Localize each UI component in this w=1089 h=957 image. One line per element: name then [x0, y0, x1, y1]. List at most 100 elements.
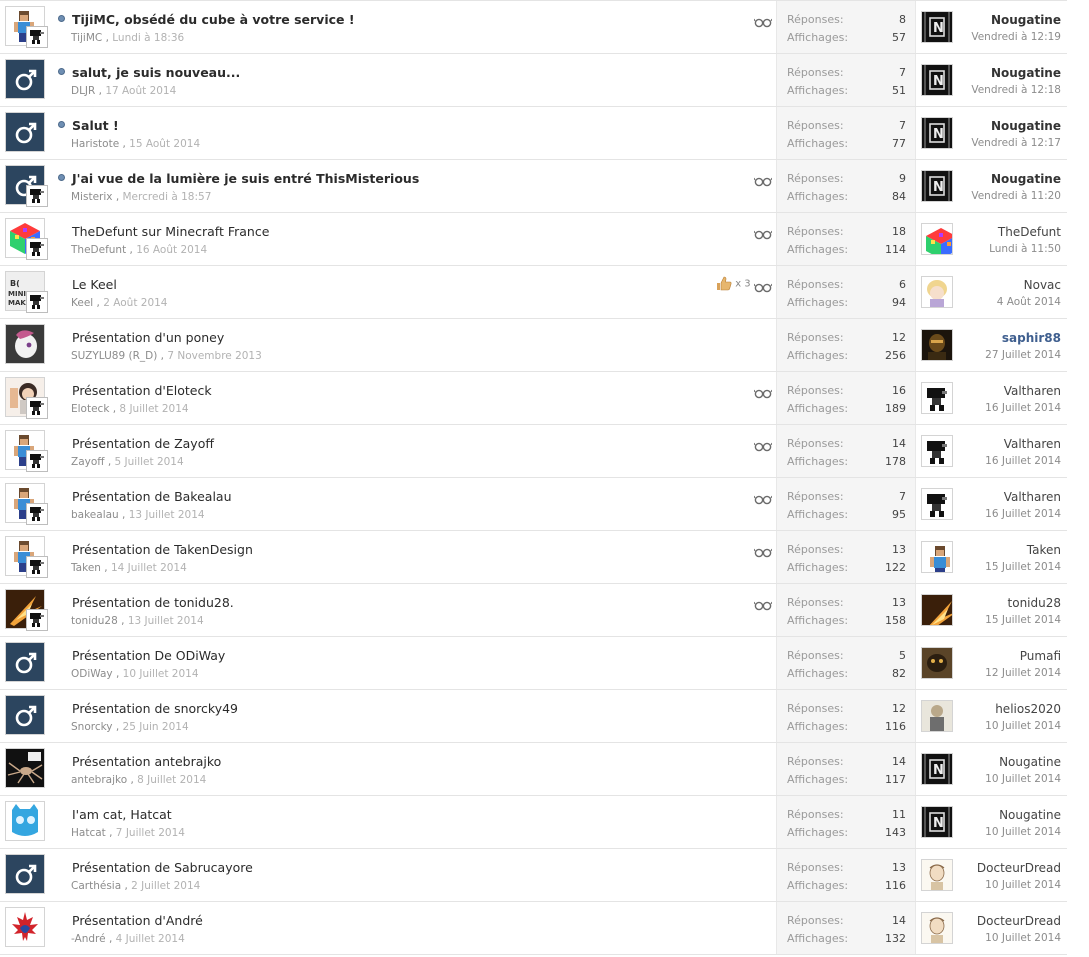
last-post-date-link[interactable]: Vendredi à 12:17: [971, 137, 1061, 149]
last-post-date-link[interactable]: 10 Juillet 2014: [985, 720, 1061, 732]
thread-start-date[interactable]: 2 Juillet 2014: [131, 880, 200, 892]
thread-start-date[interactable]: 5 Juillet 2014: [115, 456, 184, 468]
last-poster-mini-avatar[interactable]: [26, 609, 48, 631]
last-poster-avatar[interactable]: [921, 329, 953, 361]
thread-row[interactable]: Présentation de Zayoff Zayoff , 5 Juillet…: [0, 425, 1067, 478]
last-poster-link[interactable]: DocteurDread: [977, 914, 1061, 928]
thread-title-link[interactable]: Le Keel: [72, 277, 117, 292]
last-post-date-link[interactable]: 12 Juillet 2014: [985, 667, 1061, 679]
likes-indicator[interactable]: x 3: [716, 276, 751, 291]
last-poster-avatar[interactable]: [921, 541, 953, 573]
thread-row[interactable]: Présentation de Bakealau bakealau , 13 Ju…: [0, 478, 1067, 531]
thread-row[interactable]: B(MINI MAK Le Keel Keel , 2 Août 2014 x 3 Ré…: [0, 266, 1067, 319]
thread-author-link[interactable]: Taken: [71, 562, 101, 574]
last-poster-link[interactable]: Nougatine: [999, 808, 1061, 822]
last-post-date-link[interactable]: Vendredi à 12:19: [971, 31, 1061, 43]
thread-start-date[interactable]: 2 Août 2014: [103, 297, 167, 309]
last-poster-link[interactable]: Taken: [1027, 543, 1061, 557]
thread-author-link[interactable]: Haristote: [71, 138, 119, 150]
thread-author-link[interactable]: tonidu28: [71, 615, 118, 627]
thread-title-link[interactable]: Présentation de snorcky49: [72, 701, 238, 716]
last-poster-link[interactable]: Nougatine: [991, 13, 1061, 27]
thread-row[interactable]: TheDefunt sur Minecraft France TheDefunt …: [0, 213, 1067, 266]
thread-start-date[interactable]: 17 Août 2014: [105, 85, 176, 97]
thread-author-link[interactable]: Zayoff: [71, 456, 105, 468]
thread-row[interactable]: I'am cat, Hatcat Hatcat , 7 Juillet 2014 R…: [0, 796, 1067, 849]
thread-title-link[interactable]: Présentation antebrajko: [72, 754, 221, 769]
last-poster-avatar[interactable]: N: [921, 64, 953, 96]
thread-title-link[interactable]: Salut !: [72, 118, 119, 133]
last-poster-avatar[interactable]: [921, 647, 953, 679]
author-avatar[interactable]: [5, 112, 45, 152]
last-post-date-link[interactable]: Vendredi à 12:18: [971, 84, 1061, 96]
thread-start-date[interactable]: Mercredi à 18:57: [123, 191, 212, 203]
last-poster-avatar[interactable]: N: [921, 117, 953, 149]
thread-author-link[interactable]: ODiWay: [71, 668, 113, 680]
thread-row[interactable]: J'ai vue de la lumière je suis entré Thi…: [0, 160, 1067, 213]
last-poster-avatar[interactable]: N: [921, 11, 953, 43]
last-post-date-link[interactable]: 15 Juillet 2014: [985, 561, 1061, 573]
last-poster-avatar[interactable]: [921, 382, 953, 414]
author-avatar[interactable]: [5, 59, 45, 99]
thread-start-date[interactable]: 15 Août 2014: [129, 138, 200, 150]
last-poster-mini-avatar[interactable]: [26, 450, 48, 472]
last-poster-mini-avatar[interactable]: [26, 397, 48, 419]
last-poster-avatar[interactable]: [921, 223, 953, 255]
thread-row[interactable]: Présentation De ODiWay ODiWay , 10 Juille…: [0, 637, 1067, 690]
last-poster-avatar[interactable]: N: [921, 170, 953, 202]
thread-title-link[interactable]: Présentation de TakenDesign: [72, 542, 253, 557]
thread-row[interactable]: Présentation d'Eloteck Eloteck , 8 Juille…: [0, 372, 1067, 425]
thread-author-link[interactable]: TheDefunt: [71, 244, 126, 256]
last-poster-avatar[interactable]: [921, 912, 953, 944]
last-poster-avatar[interactable]: [921, 435, 953, 467]
thread-author-link[interactable]: Misterix: [71, 191, 112, 203]
last-poster-link[interactable]: Valtharen: [1004, 437, 1061, 451]
thread-start-date[interactable]: 14 Juillet 2014: [111, 562, 187, 574]
thread-author-link[interactable]: -André: [71, 933, 106, 945]
last-poster-link[interactable]: Nougatine: [991, 66, 1061, 80]
thread-title-link[interactable]: Présentation de Zayoff: [72, 436, 214, 451]
thread-start-date[interactable]: 8 Juillet 2014: [137, 774, 206, 786]
thread-row[interactable]: Présentation de tonidu28. tonidu28 , 13 J…: [0, 584, 1067, 637]
last-poster-avatar[interactable]: [921, 700, 953, 732]
thread-author-link[interactable]: Carthésia: [71, 880, 121, 892]
last-post-date-link[interactable]: 16 Juillet 2014: [985, 508, 1061, 520]
author-avatar[interactable]: [5, 907, 45, 947]
thread-row[interactable]: salut, je suis nouveau... DLJR , 17 Août …: [0, 54, 1067, 107]
last-post-date-link[interactable]: 16 Juillet 2014: [985, 402, 1061, 414]
unread-indicator-icon[interactable]: [58, 174, 65, 181]
last-poster-link[interactable]: Valtharen: [1004, 384, 1061, 398]
thread-author-link[interactable]: Keel: [71, 297, 93, 309]
last-post-date-link[interactable]: 16 Juillet 2014: [985, 455, 1061, 467]
last-poster-link[interactable]: Novac: [1024, 278, 1061, 292]
thread-start-date[interactable]: 13 Juillet 2014: [129, 509, 205, 521]
author-avatar[interactable]: [5, 748, 45, 788]
thread-row[interactable]: Présentation d'André -André , 4 Juillet 2…: [0, 902, 1067, 955]
thread-start-date[interactable]: 8 Juillet 2014: [119, 403, 188, 415]
thread-row[interactable]: Salut ! Haristote , 15 Août 2014 Réponses:…: [0, 107, 1067, 160]
thread-author-link[interactable]: DLJR: [71, 85, 95, 97]
last-poster-link[interactable]: TheDefunt: [998, 225, 1061, 239]
thread-author-link[interactable]: SUZYLU89 (R_D): [71, 350, 157, 362]
thread-title-link[interactable]: J'ai vue de la lumière je suis entré Thi…: [72, 171, 419, 186]
thread-title-link[interactable]: Présentation de Bakealau: [72, 489, 232, 504]
thread-start-date[interactable]: 4 Juillet 2014: [116, 933, 185, 945]
last-poster-mini-avatar[interactable]: [26, 238, 48, 260]
unread-indicator-icon[interactable]: [58, 15, 65, 22]
last-poster-avatar[interactable]: [921, 859, 953, 891]
thread-start-date[interactable]: Lundi à 18:36: [112, 32, 184, 44]
thread-title-link[interactable]: Présentation de Sabrucayore: [72, 860, 253, 875]
thread-title-link[interactable]: Présentation de tonidu28.: [72, 595, 234, 610]
thread-row[interactable]: Présentation de snorcky49 Snorcky , 25 Ju…: [0, 690, 1067, 743]
last-post-date-link[interactable]: Lundi à 11:50: [989, 243, 1061, 255]
last-post-date-link[interactable]: Vendredi à 11:20: [971, 190, 1061, 202]
last-post-date-link[interactable]: 10 Juillet 2014: [985, 879, 1061, 891]
thread-start-date[interactable]: 13 Juillet 2014: [128, 615, 204, 627]
last-post-date-link[interactable]: 10 Juillet 2014: [985, 826, 1061, 838]
thread-start-date[interactable]: 7 Juillet 2014: [116, 827, 185, 839]
last-poster-avatar[interactable]: [921, 488, 953, 520]
thread-row[interactable]: TijiMC, obsédé du cube à votre service !…: [0, 1, 1067, 54]
last-poster-link[interactable]: Nougatine: [991, 119, 1061, 133]
unread-indicator-icon[interactable]: [58, 121, 65, 128]
thread-title-link[interactable]: I'am cat, Hatcat: [72, 807, 172, 822]
